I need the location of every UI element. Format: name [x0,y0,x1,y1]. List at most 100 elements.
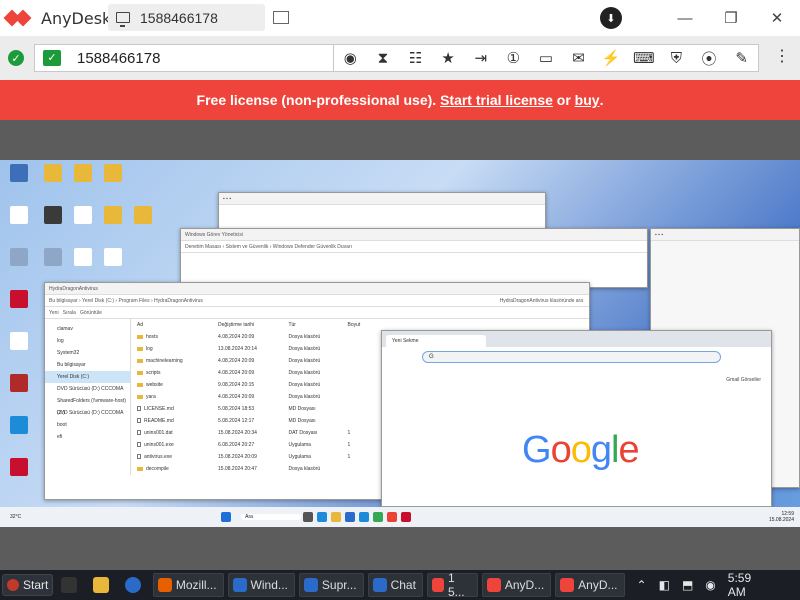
keyboard-icon[interactable]: ⌨ [633,49,655,67]
sidebar-item[interactable]: log [45,335,130,347]
clock[interactable]: 5:59 AM [728,571,770,599]
monitor-1-icon[interactable]: ① [502,49,524,67]
remote-taskbar-app-icon[interactable] [331,512,342,522]
desktop-icon[interactable] [2,248,36,268]
desktop-icon[interactable] [36,206,70,226]
desktop-icon[interactable] [2,374,36,394]
chrome-window[interactable]: Yeni Sekme G Gmail Görseller Google [381,330,772,507]
remote-taskbar-app-icon[interactable] [387,512,398,522]
remote-taskbar-app-icon[interactable] [345,512,356,522]
chrome-tab[interactable]: Yeni Sekme [386,335,486,347]
desktop-icon[interactable] [96,206,130,226]
remote-search[interactable]: Ara [241,514,302,520]
address-input[interactable]: ✓ 1588466178 [34,44,334,72]
taskbar-button[interactable]: AnyD... [481,573,552,597]
sidebar-item[interactable]: Bu bilgisayar [45,359,130,371]
action-icon[interactable]: ⚡ [600,49,622,67]
chrome-top-links[interactable]: Gmail Görseller [726,377,761,383]
draw-icon[interactable]: ✎ [731,49,753,67]
browser-icon[interactable] [125,577,141,593]
taskbar-button[interactable]: Mozill... [152,573,224,597]
table-row[interactable]: machinelearning 4.08.2024 20:09 Dosya klas… [131,355,371,367]
more-menu-icon[interactable]: ⋮ [774,46,790,66]
table-row[interactable]: yara 4.08.2024 20:09 Dosya klasörü [131,391,371,403]
sidebar-item[interactable]: SharedFolders (\\vmware-host) (Z:) [45,395,130,416]
sidebar-item[interactable]: DVD Sürücüsü (D:) CCCOMA [45,407,130,419]
new-button[interactable]: Yeni [49,310,59,316]
explorer-search[interactable]: HydraDragonAntivirus klasöründe ara [500,298,583,304]
remote-taskbar-app-icon[interactable] [401,512,412,522]
shield-icon[interactable]: ⛨ [665,50,687,67]
sort-button[interactable]: Sırala [63,310,76,316]
remote-taskbar-app-icon[interactable] [359,512,370,522]
view-button[interactable]: Görüntüle [80,310,102,316]
chrome-omnibox[interactable]: G [422,351,721,363]
sidebar-item[interactable]: boot [45,419,130,431]
restore-button[interactable]: ❐ [708,9,754,27]
table-row[interactable]: log 13.08.2024 20:14 Dosya klasörü [131,343,371,355]
desktop-icon[interactable] [2,458,36,478]
desktop-icon[interactable] [2,332,36,352]
taskbar-button[interactable]: Chat [367,573,423,597]
sidebar-item[interactable]: efi [45,431,130,443]
start-trial-link[interactable]: Start trial license [440,92,553,108]
screen-icon[interactable]: ▭ [535,49,557,67]
desktop-icon[interactable] [96,164,130,184]
taskbar-button[interactable]: 1 5... [426,571,478,599]
taskbar-button[interactable]: Supr... [298,573,364,597]
table-row[interactable]: README.md 5.08.2024 12:17 MD Dosyası [131,415,371,427]
new-session-icon[interactable] [273,11,289,24]
desktop-icon[interactable] [96,248,130,268]
close-button[interactable]: ✕ [754,9,800,27]
desktop-icon[interactable] [2,164,36,184]
session-tab[interactable]: 1588466178 [108,4,265,31]
column-header-type[interactable]: Tür [282,319,341,331]
desktop-icon[interactable] [36,248,70,268]
file-transfer-icon[interactable]: ⇥ [470,49,492,67]
desktop-icon[interactable] [66,164,100,184]
address-value[interactable]: 1588466178 [77,50,160,67]
table-row[interactable]: LICENSE.md 5.08.2024 18:53 MD Dosyası [131,403,371,415]
desktop-icon[interactable] [126,206,160,226]
taskbar-button[interactable]: Wind... [227,573,295,597]
remote-taskbar-app-icon[interactable] [317,512,328,522]
hourglass-icon[interactable]: ⧗ [372,50,394,67]
desktop-icon[interactable] [2,206,36,226]
explorer-breadcrumb[interactable]: Bu bilgisayar › Yerel Disk (C:) › Progra… [49,298,203,304]
minimize-button[interactable]: — [662,10,708,27]
table-row[interactable]: scripts 4.08.2024 20:09 Dosya klasörü [131,367,371,379]
desktop-icon[interactable] [36,164,70,184]
desktop-icon[interactable] [66,206,100,226]
remote-taskbar-app-icon[interactable] [373,512,384,522]
table-row[interactable]: decompile 15.08.2024 20:47 Dosya klasörü [131,463,371,475]
remote-window-defender[interactable]: Windows Görev Yöneticisi Denetim Masası … [180,228,648,288]
column-header-name[interactable]: Ad [131,319,212,331]
taskbar-button[interactable]: AnyD... [555,573,625,597]
tray-arrow-icon[interactable]: ⌃ [637,578,647,592]
quicklaunch-icon[interactable] [61,577,78,593]
column-header-size[interactable]: Boyut [342,319,371,331]
table-row[interactable]: antivirus.exe 15.08.2024 20:09 Uygulama 1 [131,451,371,463]
start-button[interactable]: Start [2,574,54,596]
tray-icon[interactable]: ◉ [705,578,715,592]
desktop-icon[interactable] [66,248,100,268]
table-row[interactable]: hosts 4.08.2024 20:09 Dosya klasörü [131,331,371,343]
remote-start-icon[interactable] [221,512,232,522]
sidebar-item[interactable]: DVD Sürücüsü (D:) CCCOMA [45,383,130,395]
star-icon[interactable]: ★ [437,49,459,67]
tray-icon[interactable]: ◧ [659,578,670,592]
desktop-icon[interactable] [2,416,36,436]
sidebar-item[interactable]: System32 [45,347,130,359]
media-player-icon[interactable] [93,577,110,593]
tray-icon[interactable]: ⬒ [682,578,693,592]
table-row[interactable]: website 9.08.2024 20:15 Dosya klasörü [131,379,371,391]
record-icon[interactable]: ⦿ [698,48,720,69]
chat-icon[interactable]: ✉ [568,49,590,67]
database-icon[interactable]: ☷ [405,49,427,67]
column-header-date[interactable]: Değiştirme tarihi [212,319,282,331]
desktop-icon[interactable] [2,290,36,310]
privacy-icon[interactable]: ◉ [339,49,361,67]
remote-taskbar-app-icon[interactable] [303,512,314,522]
sidebar-item[interactable]: clamav [45,323,130,335]
buy-link[interactable]: buy [575,92,600,108]
